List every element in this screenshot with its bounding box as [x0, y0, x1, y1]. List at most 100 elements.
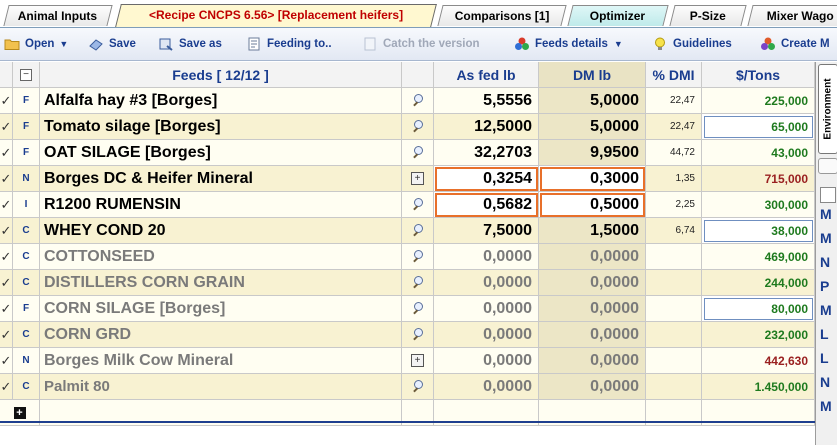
row-checkbox[interactable]: ✓: [0, 270, 13, 296]
create-button[interactable]: Create M: [760, 28, 830, 60]
table-row[interactable]: ✓ C COTTONSEED 0,0000 0,0000 469,000: [0, 244, 815, 270]
feed-lookup-button[interactable]: [402, 296, 434, 322]
row-checkbox[interactable]: ✓: [0, 218, 13, 244]
price-input[interactable]: 80,000: [702, 296, 815, 322]
panel-scroll-handle[interactable]: [818, 158, 837, 174]
collapse-toggle[interactable]: −: [13, 62, 40, 88]
feed-name[interactable]: Palmit 80: [40, 374, 402, 400]
mix-details-button[interactable]: +: [402, 166, 434, 192]
feed-lookup-button[interactable]: [402, 218, 434, 244]
panel-item[interactable]: N: [820, 252, 837, 272]
price-input[interactable]: 43,000: [702, 140, 815, 166]
row-checkbox[interactable]: ✓: [0, 140, 13, 166]
panel-item[interactable]: N: [820, 372, 837, 392]
price-input[interactable]: 65,000: [702, 114, 815, 140]
as-fed-input[interactable]: 7,5000: [434, 218, 539, 244]
feed-name[interactable]: Borges DC & Heifer Mineral: [40, 166, 402, 192]
panel-item[interactable]: M: [820, 228, 837, 248]
table-row[interactable]: ✓ F Tomato silage [Borges] 12,5000 5,000…: [0, 114, 815, 140]
panel-item[interactable]: M: [820, 204, 837, 224]
feed-name[interactable]: WHEY COND 20: [40, 218, 402, 244]
header-price[interactable]: $/Tons: [702, 62, 815, 88]
table-row[interactable]: ✓ C DISTILLERS CORN GRAIN 0,0000 0,0000 …: [0, 270, 815, 296]
panel-item[interactable]: P: [820, 276, 837, 296]
tab-recipe[interactable]: <Recipe CNCPS 6.56> [Replacement heifers…: [115, 4, 437, 27]
table-row[interactable]: ✓ C WHEY COND 20 7,5000 1,5000 6,74 38,0…: [0, 218, 815, 244]
table-row[interactable]: ✓ F Alfalfa hay #3 [Borges] 5,5556 5,000…: [0, 88, 815, 114]
header-feeds[interactable]: Feeds [ 12/12 ]: [40, 62, 402, 88]
as-fed-input[interactable]: 5,5556: [434, 88, 539, 114]
panel-checkbox[interactable]: [820, 187, 836, 203]
dm-input[interactable]: 0,0000: [539, 270, 646, 296]
feed-name[interactable]: R1200 RUMENSIN: [40, 192, 402, 218]
tab-comparisons[interactable]: Comparisons [1]: [437, 5, 567, 26]
feed-lookup-button[interactable]: [402, 244, 434, 270]
panel-item[interactable]: M: [820, 396, 837, 416]
panel-item[interactable]: L: [820, 324, 837, 344]
as-fed-input[interactable]: 0,3254: [434, 166, 539, 192]
feed-name[interactable]: DISTILLERS CORN GRAIN: [40, 270, 402, 296]
guidelines-button[interactable]: Guidelines: [652, 28, 732, 60]
feed-name[interactable]: CORN GRD: [40, 322, 402, 348]
panel-item[interactable]: M: [820, 300, 837, 320]
feeds-details-button[interactable]: Feeds details ▼: [514, 28, 623, 60]
price-input[interactable]: 715,000: [702, 166, 815, 192]
row-checkbox[interactable]: ✓: [0, 322, 13, 348]
row-checkbox[interactable]: ✓: [0, 114, 13, 140]
price-input[interactable]: 232,000: [702, 322, 815, 348]
feed-name[interactable]: Tomato silage [Borges]: [40, 114, 402, 140]
table-row[interactable]: ✓ N Borges Milk Cow Mineral + 0,0000 0,0…: [0, 348, 815, 374]
row-checkbox[interactable]: ✓: [0, 374, 13, 400]
table-row[interactable]: ✓ F OAT SILAGE [Borges] 32,2703 9,9500 4…: [0, 140, 815, 166]
price-input[interactable]: 300,000: [702, 192, 815, 218]
dm-input[interactable]: 5,0000: [539, 114, 646, 140]
environment-tab[interactable]: Environment: [818, 64, 837, 154]
as-fed-input[interactable]: 12,5000: [434, 114, 539, 140]
dm-input[interactable]: 1,5000: [539, 218, 646, 244]
price-input[interactable]: 442,630: [702, 348, 815, 374]
table-row[interactable]: ✓ F CORN SILAGE [Borges] 0,0000 0,0000 8…: [0, 296, 815, 322]
save-as-button[interactable]: Save as: [158, 28, 222, 60]
price-input[interactable]: 469,000: [702, 244, 815, 270]
dm-input[interactable]: 0,0000: [539, 296, 646, 322]
price-input[interactable]: 225,000: [702, 88, 815, 114]
dm-input[interactable]: 0,0000: [539, 374, 646, 400]
as-fed-input[interactable]: 0,0000: [434, 296, 539, 322]
header-as-fed[interactable]: As fed lb: [434, 62, 539, 88]
feed-lookup-button[interactable]: [402, 270, 434, 296]
price-input[interactable]: 1.450,000: [702, 374, 815, 400]
row-checkbox[interactable]: ✓: [0, 192, 13, 218]
row-checkbox[interactable]: ✓: [0, 348, 13, 374]
as-fed-input[interactable]: 0,0000: [434, 270, 539, 296]
feed-name[interactable]: CORN SILAGE [Borges]: [40, 296, 402, 322]
price-input[interactable]: 38,000: [702, 218, 815, 244]
price-input[interactable]: 244,000: [702, 270, 815, 296]
feed-lookup-button[interactable]: [402, 88, 434, 114]
panel-item[interactable]: L: [820, 348, 837, 368]
table-row[interactable]: ✓ I R1200 RUMENSIN 0,5682 0,5000 2,25 30…: [0, 192, 815, 218]
row-checkbox[interactable]: ✓: [0, 296, 13, 322]
table-row[interactable]: ✓ C Palmit 80 0,0000 0,0000 1.450,000: [0, 374, 815, 400]
feed-lookup-button[interactable]: [402, 322, 434, 348]
feed-lookup-button[interactable]: [402, 192, 434, 218]
feed-lookup-button[interactable]: [402, 140, 434, 166]
as-fed-input[interactable]: 0,0000: [434, 322, 539, 348]
row-checkbox[interactable]: ✓: [0, 244, 13, 270]
header-pct-dmi[interactable]: % DMI: [646, 62, 702, 88]
open-button[interactable]: Open ▼: [4, 28, 68, 60]
as-fed-input[interactable]: 0,5682: [434, 192, 539, 218]
feed-name[interactable]: COTTONSEED: [40, 244, 402, 270]
table-row[interactable]: ✓ C CORN GRD 0,0000 0,0000 232,000: [0, 322, 815, 348]
tab-mixer-wagon[interactable]: Mixer Wago: [747, 5, 837, 26]
mix-details-button[interactable]: +: [402, 348, 434, 374]
save-button[interactable]: Save: [88, 28, 136, 60]
dm-input[interactable]: 5,0000: [539, 88, 646, 114]
row-checkbox[interactable]: ✓: [0, 166, 13, 192]
catch-version-button[interactable]: Catch the version: [362, 28, 480, 60]
as-fed-input[interactable]: 0,0000: [434, 244, 539, 270]
feeding-to-button[interactable]: Feeding to..: [246, 28, 332, 60]
feed-name[interactable]: OAT SILAGE [Borges]: [40, 140, 402, 166]
tab-animal-inputs[interactable]: Animal Inputs: [3, 5, 113, 26]
as-fed-input[interactable]: 0,0000: [434, 374, 539, 400]
dm-input[interactable]: 0,3000: [539, 166, 646, 192]
